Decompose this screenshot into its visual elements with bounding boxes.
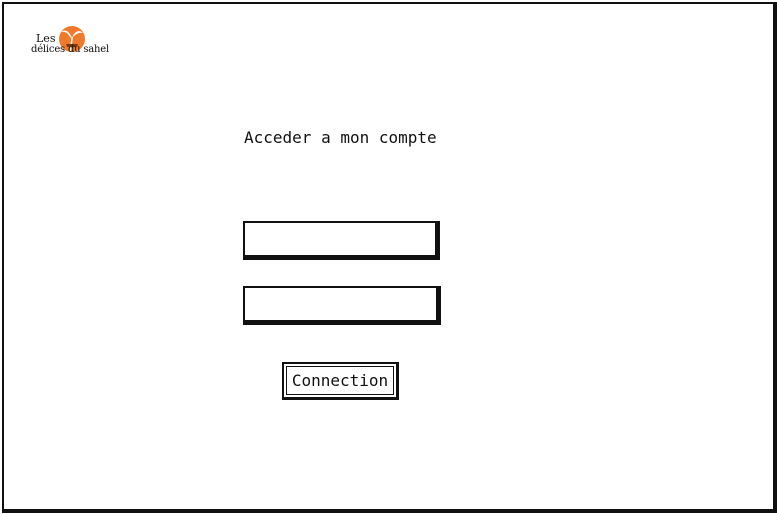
brand-logo[interactable]: Les délices du sahel [30,22,114,60]
username-field[interactable] [243,221,440,260]
logo-text-line2: délices du sahel [31,44,110,55]
page-title: Acceder a mon compte [244,128,437,147]
page-frame: Les délices du sahel Acceder a mon compt… [2,2,777,513]
connection-button[interactable]: Connection [282,362,399,400]
password-field[interactable] [243,286,441,325]
